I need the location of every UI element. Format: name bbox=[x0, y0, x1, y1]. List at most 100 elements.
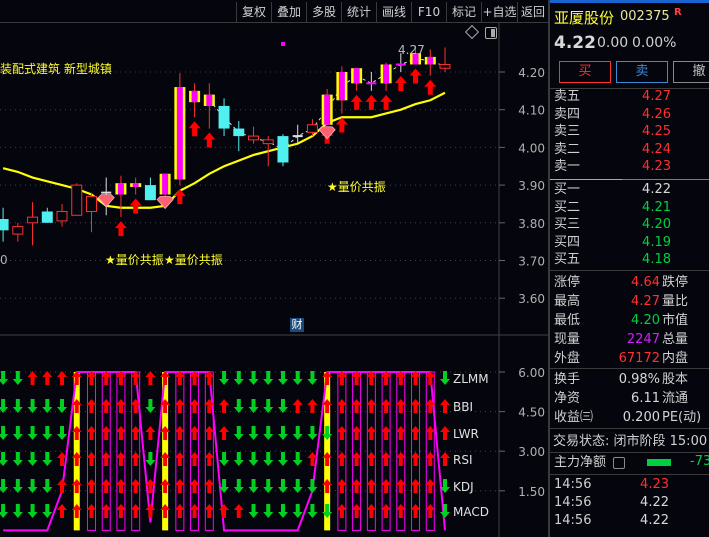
ask-level: 卖五 4.27 bbox=[554, 88, 709, 106]
down-arrow-icon bbox=[263, 426, 274, 440]
down-arrow-icon bbox=[263, 479, 274, 493]
cancel-order-button[interactable]: 撤 bbox=[673, 61, 709, 83]
add-watchlist-button[interactable]: +自选 bbox=[481, 2, 517, 22]
row-label: 14:56 bbox=[554, 495, 592, 510]
diamond-signal-icon bbox=[97, 194, 115, 208]
row-label: 买五 bbox=[554, 252, 581, 267]
down-arrow-icon bbox=[277, 504, 288, 518]
buy-arrow-icon bbox=[394, 76, 407, 91]
stat-row: 净资 6.11 流通 bbox=[554, 390, 709, 408]
buy-arrow-icon bbox=[129, 198, 142, 214]
down-arrow-icon bbox=[263, 452, 274, 466]
row-value: 4.27 bbox=[631, 294, 660, 309]
row-value: 0.200 bbox=[622, 410, 660, 425]
down-arrow-icon bbox=[12, 426, 23, 440]
row-value: 4.23 bbox=[640, 477, 669, 492]
up-arrow-icon bbox=[219, 426, 230, 440]
buy-arrow-icon bbox=[424, 79, 437, 95]
indicator-axis-label: 1.50 bbox=[518, 485, 545, 499]
down-arrow-icon bbox=[27, 399, 38, 413]
net-flow-value: -73 bbox=[690, 454, 709, 469]
down-arrow-icon bbox=[0, 479, 9, 493]
row-label: 卖一 bbox=[554, 159, 581, 174]
down-arrow-icon bbox=[42, 504, 53, 518]
buy-button[interactable]: 买 bbox=[559, 61, 611, 83]
finance-badge[interactable]: 财 bbox=[290, 318, 304, 332]
panel-accent-bar bbox=[550, 0, 709, 3]
up-arrow-icon bbox=[71, 426, 82, 440]
down-arrow-icon bbox=[277, 452, 288, 466]
row-right-label: 市值 bbox=[662, 313, 689, 328]
kline-chart[interactable]: 4.20 4.10 4.00 3.90 3.80 3.70 3.60 6.00 4.50 3.00… bbox=[0, 23, 548, 537]
down-arrow-icon bbox=[440, 504, 450, 518]
row-right-label: 跌停 bbox=[662, 275, 689, 290]
candle-body-down bbox=[41, 211, 53, 223]
stat-row: 换手 0.98% 股本 bbox=[554, 371, 709, 389]
panel-toggle-icon[interactable] bbox=[485, 27, 497, 39]
row-label: 涨停 bbox=[554, 275, 581, 290]
multi-stock-button[interactable]: 多股 bbox=[306, 2, 341, 22]
down-arrow-icon bbox=[12, 452, 23, 466]
down-arrow-icon bbox=[233, 399, 244, 413]
down-arrow-icon bbox=[42, 399, 53, 413]
overlay-button[interactable]: 叠加 bbox=[271, 2, 306, 22]
up-arrow-icon bbox=[307, 399, 318, 413]
ask-level: 卖四 4.26 bbox=[554, 106, 709, 124]
price-axis-label: 3.80 bbox=[518, 217, 545, 231]
down-arrow-icon bbox=[322, 504, 333, 518]
down-arrow-icon bbox=[233, 452, 244, 466]
row-value: 4.22 bbox=[640, 513, 669, 528]
down-arrow-icon bbox=[292, 479, 303, 493]
candle-body-strong-core bbox=[117, 183, 124, 195]
down-arrow-icon bbox=[248, 399, 259, 413]
down-arrow-icon bbox=[12, 371, 23, 385]
draw-line-button[interactable]: 画线 bbox=[376, 2, 411, 22]
up-arrow-icon bbox=[160, 426, 171, 440]
down-arrow-icon bbox=[27, 426, 38, 440]
down-arrow-icon bbox=[42, 452, 53, 466]
up-arrow-icon bbox=[57, 504, 68, 518]
buy-arrow-icon bbox=[409, 68, 422, 84]
sell-button[interactable]: 卖 bbox=[616, 61, 668, 83]
row-value: 4.22 bbox=[642, 182, 671, 197]
stat-row: 收益㈢ 0.200 PE(动) bbox=[554, 409, 709, 427]
restore-rights-button[interactable]: 复权 bbox=[236, 2, 271, 22]
mark-button[interactable]: 标记 bbox=[446, 2, 481, 22]
back-button[interactable]: 返回 bbox=[517, 2, 548, 22]
candle-body-strong-core bbox=[383, 64, 390, 84]
down-arrow-icon bbox=[307, 504, 318, 518]
row-value: 4.26 bbox=[642, 106, 671, 122]
statistics-button[interactable]: 统计 bbox=[341, 2, 376, 22]
up-arrow-icon bbox=[219, 399, 230, 413]
row-right-label: 流通 bbox=[662, 391, 689, 406]
net-flow-bar bbox=[647, 459, 671, 466]
row-right-label: 量比 bbox=[662, 294, 689, 309]
down-arrow-icon bbox=[440, 371, 450, 385]
row-label: 卖五 bbox=[554, 89, 581, 104]
up-arrow-icon bbox=[71, 371, 82, 385]
down-arrow-icon bbox=[263, 504, 274, 518]
down-arrow-icon bbox=[0, 399, 9, 413]
down-arrow-icon bbox=[248, 452, 259, 466]
down-arrow-icon bbox=[292, 452, 303, 466]
down-arrow-icon bbox=[277, 479, 288, 493]
row-value: 4.20 bbox=[631, 313, 660, 328]
row-label: 收益㈢ bbox=[554, 410, 594, 425]
buy-arrow-icon bbox=[114, 221, 127, 237]
candle-body-down bbox=[144, 185, 156, 201]
row-right-label: 股本 bbox=[662, 372, 689, 387]
price-axis-label: 4.00 bbox=[518, 141, 545, 155]
f10-button[interactable]: F10 bbox=[411, 2, 446, 22]
marker-dot bbox=[281, 42, 285, 46]
up-arrow-icon bbox=[440, 399, 450, 413]
concept-tags: 装配式建筑 新型城镇 bbox=[0, 62, 112, 76]
list-icon[interactable] bbox=[613, 457, 625, 469]
indicator-name: RSI bbox=[453, 453, 473, 467]
up-arrow-icon bbox=[440, 452, 450, 466]
row-label: 最高 bbox=[554, 294, 581, 309]
bid-level: 买一 4.22 bbox=[554, 181, 709, 199]
down-arrow-icon bbox=[145, 452, 156, 466]
row-label: 现量 bbox=[554, 332, 581, 347]
down-arrow-icon bbox=[0, 452, 9, 466]
down-arrow-icon bbox=[0, 426, 9, 440]
